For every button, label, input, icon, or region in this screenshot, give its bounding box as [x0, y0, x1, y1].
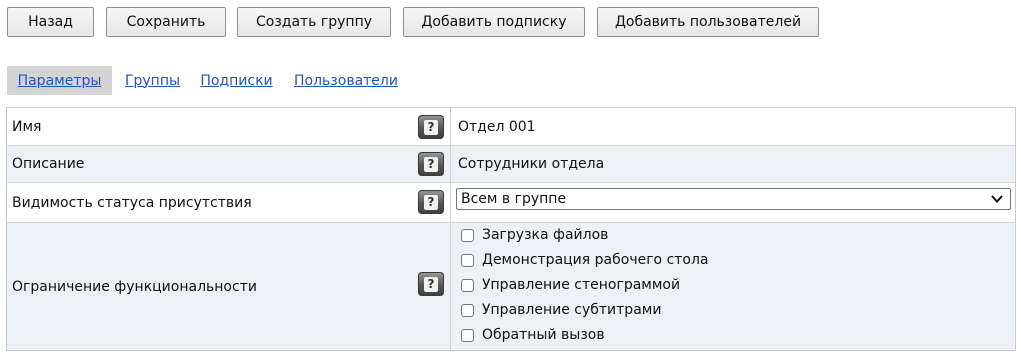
checkbox-transcript-control[interactable]: Управление стенограммой — [459, 275, 680, 295]
tab-groups[interactable]: Группы — [125, 66, 180, 95]
checkbox[interactable] — [461, 228, 474, 242]
checkbox-label: Загрузка файлов — [482, 227, 609, 243]
name-label: Имя — [7, 108, 451, 145]
name-value: Отдел 001 — [458, 118, 536, 135]
toolbar: Назад Сохранить Создать группу Добавить … — [7, 7, 1017, 38]
description-row: Описание ? Сотрудники отдела — [7, 146, 1015, 183]
back-button[interactable]: Назад — [7, 7, 94, 37]
tab-subscriptions[interactable]: Подписки — [200, 66, 273, 95]
help-icon[interactable]: ? — [418, 190, 444, 214]
checkbox-label: Управление субтитрами — [482, 302, 662, 318]
checkbox-subtitles-control[interactable]: Управление субтитрами — [459, 300, 661, 320]
presence-row: Видимость статуса присутствия ? Всем в г… — [7, 183, 1015, 223]
help-icon[interactable]: ? — [418, 272, 444, 296]
tab-users[interactable]: Пользователи — [294, 66, 398, 95]
checkbox-callback[interactable]: Обратный вызов — [459, 325, 605, 345]
checkbox-label: Демонстрация рабочего стола — [482, 252, 709, 268]
help-icon[interactable]: ? — [418, 115, 444, 139]
name-row: Имя ? Отдел 001 — [7, 108, 1015, 146]
presence-label: Видимость статуса присутствия — [7, 183, 451, 222]
help-icon[interactable]: ? — [418, 152, 444, 176]
restrictions-row: Ограничение функциональности ? Загрузка … — [7, 223, 1015, 350]
checkbox[interactable] — [461, 328, 474, 342]
restrictions-label: Ограничение функциональности — [7, 223, 451, 350]
tab-parameters[interactable]: Параметры — [7, 66, 112, 95]
checkbox[interactable] — [461, 303, 474, 317]
help-glyph: ? — [424, 194, 438, 210]
add-subscription-button[interactable]: Добавить подписку — [403, 7, 585, 37]
create-group-button[interactable]: Создать группу — [237, 7, 391, 37]
save-button[interactable]: Сохранить — [106, 7, 226, 37]
presence-select[interactable]: Всем в группе — [456, 188, 1011, 210]
tab-bar: Параметры Группы Подписки Пользователи — [7, 66, 407, 95]
checkbox[interactable] — [461, 253, 474, 267]
checkbox-label: Управление стенограммой — [482, 277, 681, 293]
add-users-button[interactable]: Добавить пользователей — [597, 7, 819, 37]
parameters-form: Имя ? Отдел 001 Описание ? Сотрудники от… — [6, 107, 1016, 351]
chevron-down-icon — [991, 195, 1003, 203]
description-value: Сотрудники отдела — [458, 156, 605, 172]
checkbox-desktop-sharing[interactable]: Демонстрация рабочего стола — [459, 250, 709, 270]
description-label: Описание — [7, 146, 451, 182]
checkbox[interactable] — [461, 278, 474, 292]
help-glyph: ? — [424, 156, 438, 172]
presence-selected-value: Всем в группе — [461, 191, 567, 207]
checkbox-label: Обратный вызов — [482, 327, 605, 343]
help-glyph: ? — [424, 276, 438, 292]
checkbox-file-upload[interactable]: Загрузка файлов — [459, 225, 608, 245]
help-glyph: ? — [424, 119, 438, 135]
